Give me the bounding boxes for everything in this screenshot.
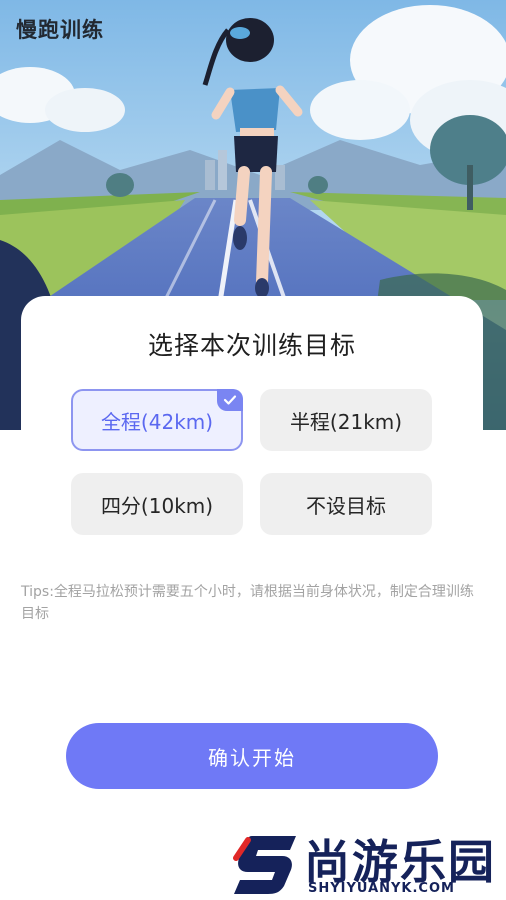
card-title: 选择本次训练目标: [147, 331, 356, 360]
option-10km[interactable]: 四分(10km): [71, 473, 243, 535]
option-label: 半程(21km): [289, 409, 403, 434]
app-title: 慢跑训练: [16, 18, 104, 42]
check-icon: [217, 389, 243, 411]
option-full-marathon[interactable]: 全程(42km): [71, 389, 243, 451]
option-label: 全程(42km): [100, 409, 214, 434]
watermark-logo-icon: [233, 836, 296, 894]
option-label: 不设目标: [306, 493, 386, 518]
goal-selection-card: 选择本次训练目标 全程(42km) 半程(21km) 四分(10km) 不设目标…: [21, 296, 483, 856]
option-half-marathon[interactable]: 半程(21km): [260, 389, 432, 451]
watermark-url: SHYIYUANYK.COM: [308, 881, 455, 896]
tips-text: Tips:全程马拉松预计需要五个小时，请根据当前身体状况，制定合理训练目标: [21, 584, 474, 622]
watermark: 尚游乐园 SHYIYUANYK.COM: [230, 828, 506, 900]
option-no-goal[interactable]: 不设目标: [260, 473, 432, 535]
confirm-label: 确认开始: [208, 745, 296, 770]
option-label: 四分(10km): [100, 493, 214, 518]
confirm-start-button[interactable]: 确认开始: [66, 723, 438, 789]
